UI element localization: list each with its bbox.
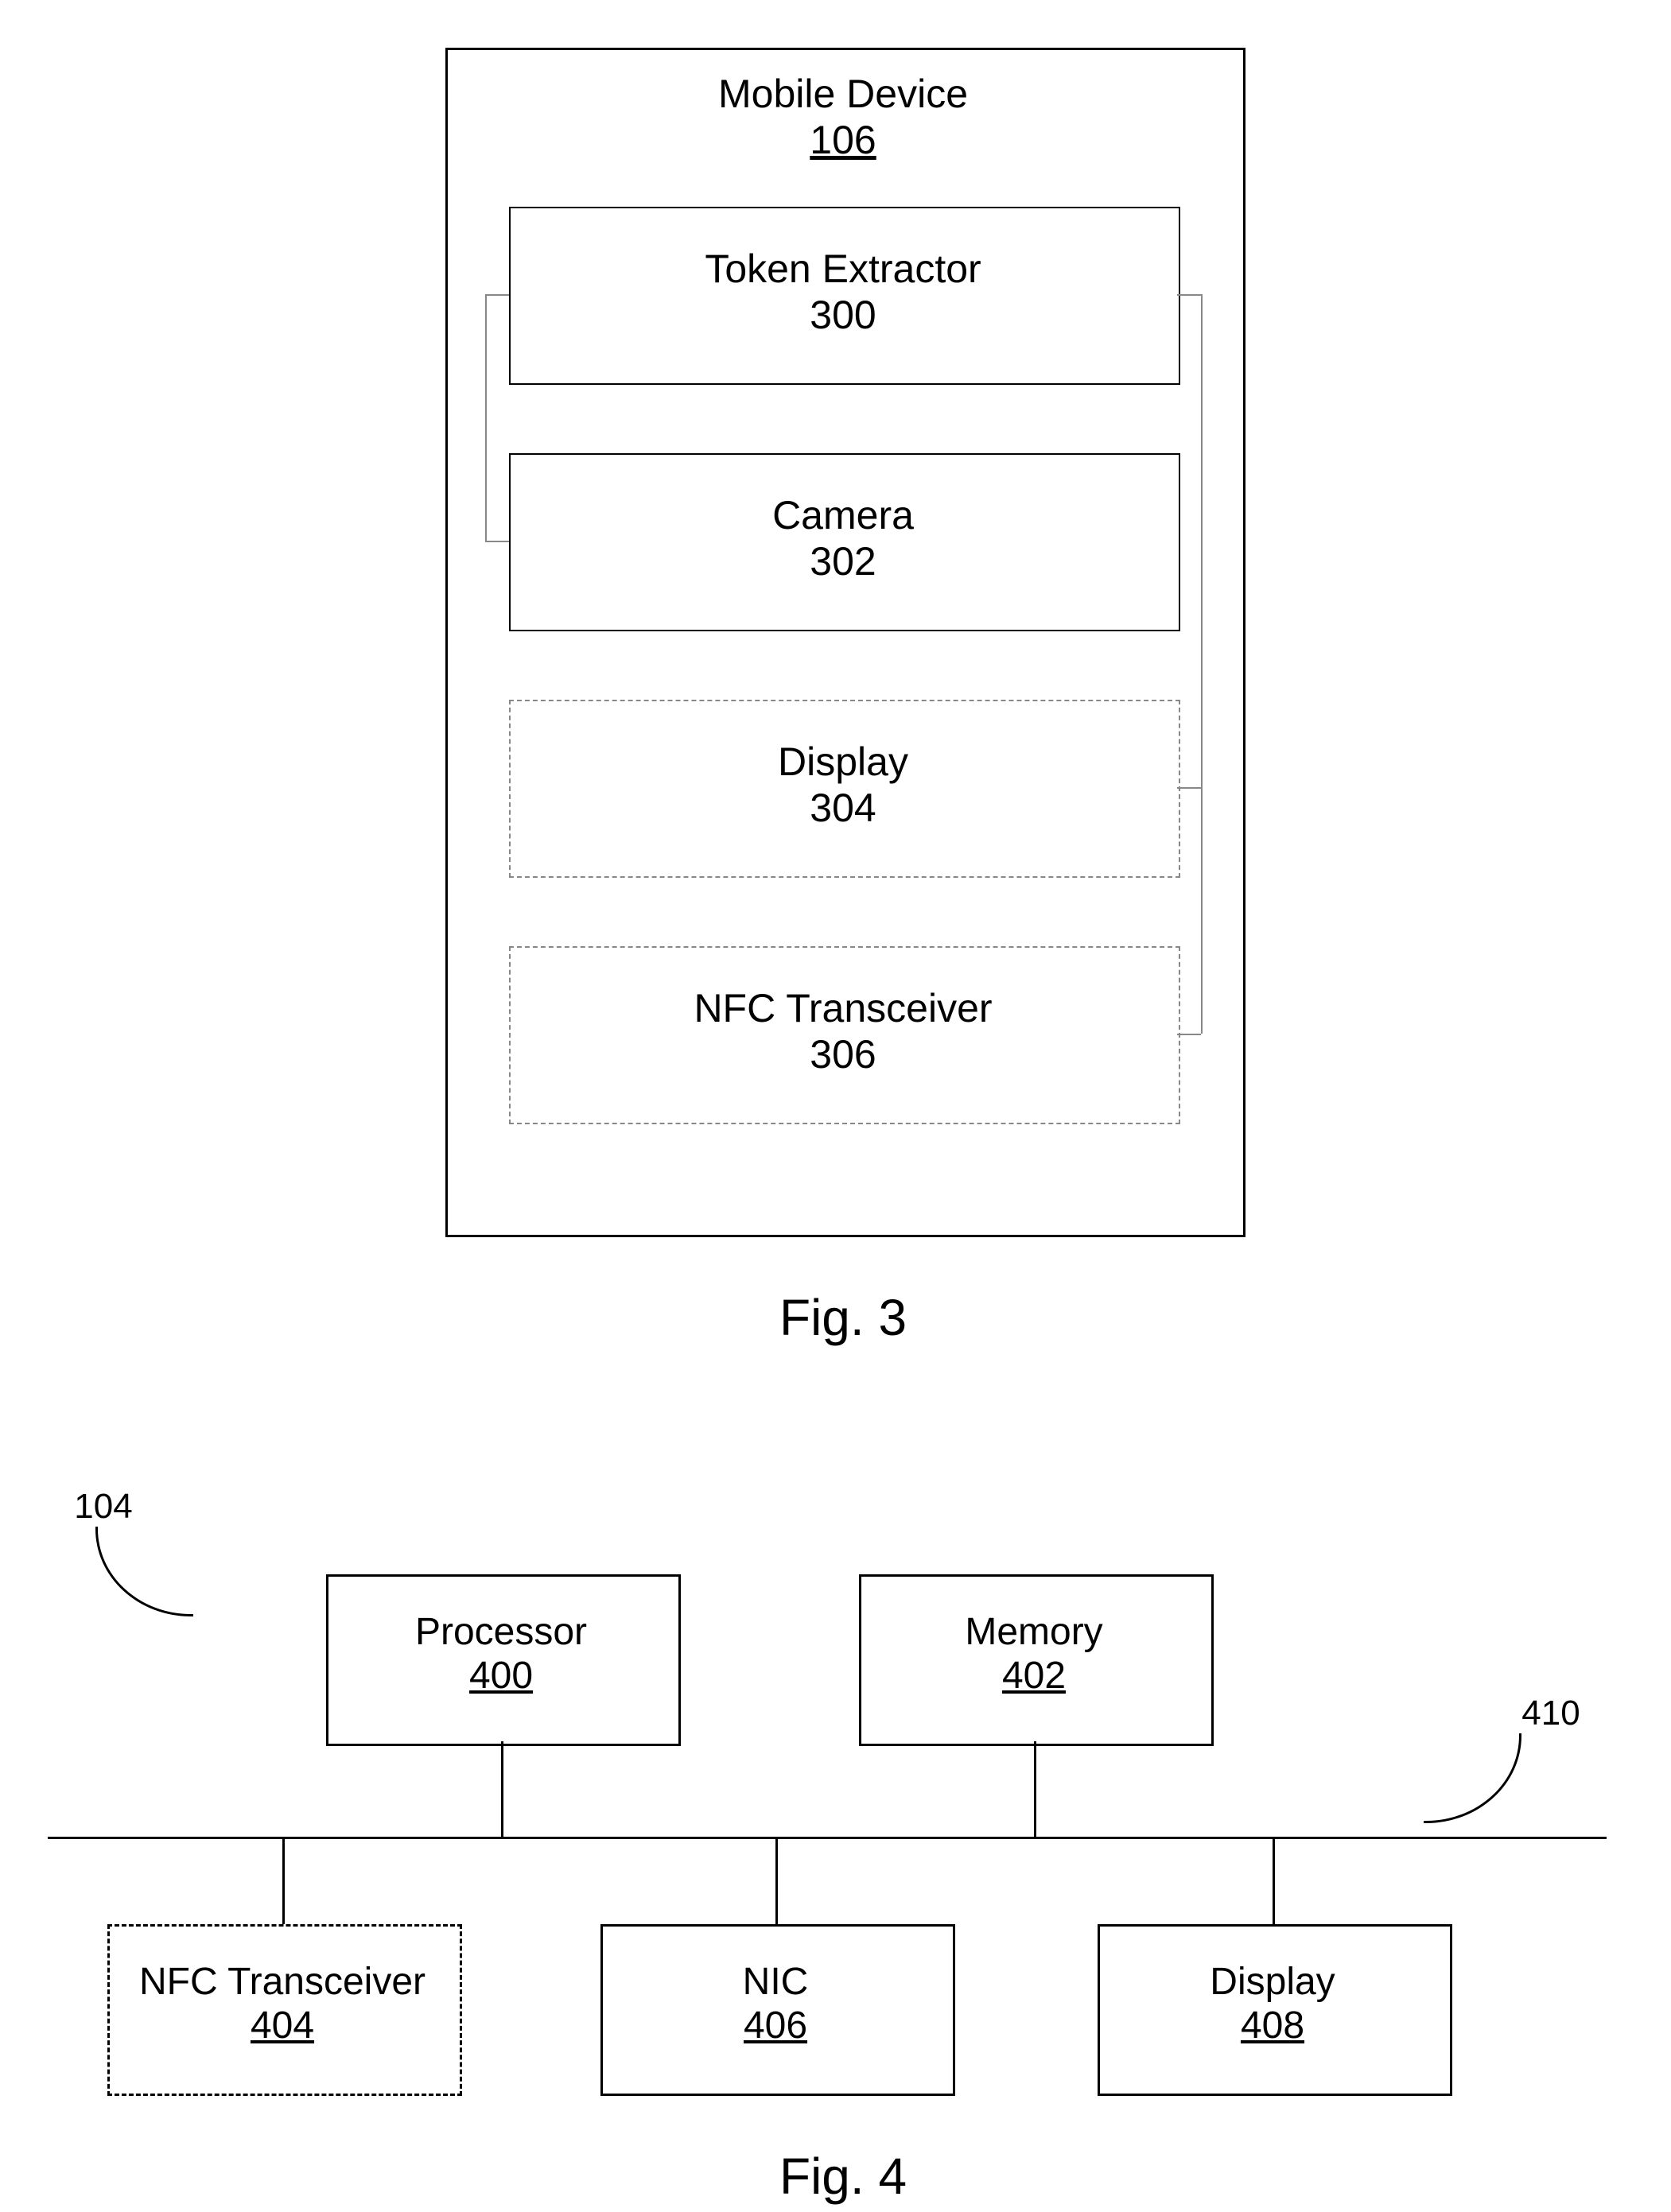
fig3-token-extractor-labels: Token Extractor 300 [509, 246, 1177, 338]
fig3-right-bracket-1 [1177, 294, 1201, 296]
fig4-drop-processor [501, 1741, 503, 1837]
fig3-right-bracket-2 [1177, 787, 1201, 789]
fig4-bot0-ref: 404 [251, 2004, 314, 2047]
fig4-leader-410 [1424, 1733, 1521, 1823]
fig3-title-block: Mobile Device 106 [445, 72, 1241, 163]
fig4-leader-104 [95, 1527, 193, 1616]
fig3-box1-name: Camera [772, 493, 914, 537]
fig3-box2-name: Display [778, 739, 908, 784]
fig3-left-bracket-v [485, 294, 487, 541]
fig3-box0-ref: 300 [810, 293, 876, 337]
fig4-memory-labels: Memory 402 [859, 1610, 1209, 1698]
fig4-caption: Fig. 4 [445, 2147, 1241, 2206]
fig4-display-labels: Display 408 [1098, 1960, 1448, 2047]
fig4-pointer-410: 410 [1503, 1694, 1599, 1734]
fig3-left-bracket-top [485, 294, 509, 296]
fig4-bot0-name: NFC Transceiver [139, 1961, 426, 2003]
fig4-processor-labels: Processor 400 [326, 1610, 676, 1698]
fig4-bot1-ref: 406 [744, 2004, 807, 2047]
fig4-rise-nfc [282, 1837, 285, 1924]
fig4-pointer-104: 104 [56, 1487, 151, 1527]
fig4-top1-ref: 402 [1002, 1655, 1066, 1697]
fig4-bot2-ref: 408 [1241, 2004, 1304, 2047]
fig4-top0-ref: 400 [469, 1655, 533, 1697]
fig3-left-bracket-bot [485, 541, 509, 542]
fig4-rise-nic [775, 1837, 778, 1924]
fig4-rise-display [1273, 1837, 1275, 1924]
fig3-box3-name: NFC Transceiver [694, 986, 992, 1030]
fig3-nfc-labels: NFC Transceiver 306 [509, 986, 1177, 1077]
fig3-box1-ref: 302 [810, 539, 876, 584]
fig3-right-bracket-v [1201, 294, 1203, 1034]
fig3-title-ref: 106 [810, 118, 876, 162]
fig4-nic-labels: NIC 406 [600, 1960, 950, 2047]
fig4-top1-name: Memory [965, 1611, 1102, 1653]
fig4-nfc-labels: NFC Transceiver 404 [107, 1960, 457, 2047]
fig3-caption: Fig. 3 [445, 1288, 1241, 1347]
fig3-box0-name: Token Extractor [705, 246, 981, 291]
fig3-right-bracket-3 [1177, 1034, 1201, 1035]
fig4-bot2-name: Display [1210, 1961, 1335, 2003]
fig4-bus-line [48, 1837, 1607, 1839]
page-canvas: Mobile Device 106 Token Extractor 300 Ca… [0, 0, 1671, 2212]
fig3-display-labels: Display 304 [509, 739, 1177, 831]
fig3-box2-ref: 304 [810, 786, 876, 830]
fig3-camera-labels: Camera 302 [509, 493, 1177, 584]
fig3-title: Mobile Device [718, 72, 968, 116]
fig4-drop-memory [1034, 1741, 1036, 1837]
fig3-box3-ref: 306 [810, 1032, 876, 1077]
fig4-bot1-name: NIC [743, 1961, 809, 2003]
fig4-top0-name: Processor [415, 1611, 587, 1653]
